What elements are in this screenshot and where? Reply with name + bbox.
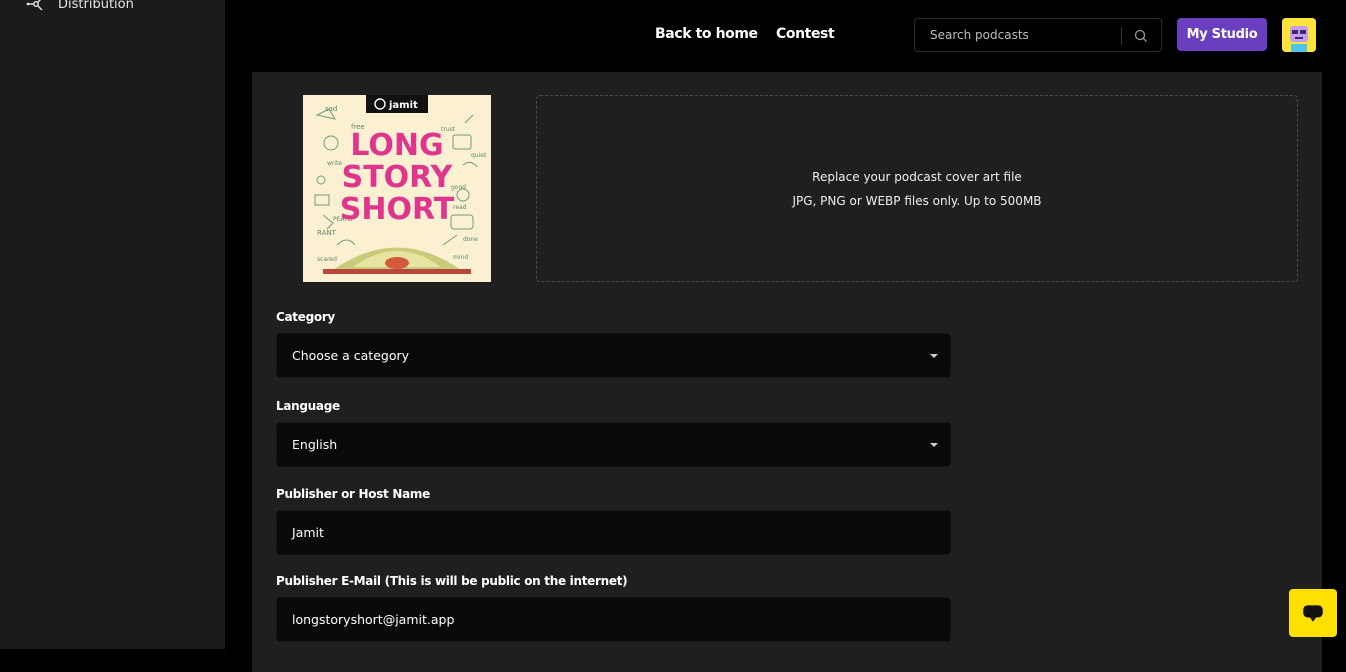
cover-upload-dropzone[interactable]: Replace your podcast cover art file JPG,… [536, 95, 1298, 282]
language-label: Language [276, 399, 340, 413]
cover-doodle-text: read [453, 204, 467, 211]
search-divider [1121, 27, 1122, 45]
category-select[interactable]: Choose a category [276, 333, 951, 378]
my-studio-button[interactable]: My Studio [1177, 18, 1267, 51]
cover-doodle-text: RANT [317, 229, 337, 237]
publisher-value: Jamit [292, 525, 324, 540]
search-input[interactable] [915, 19, 1121, 51]
cover-doodle-text: write [327, 160, 342, 167]
cover-doodle-text: sad [325, 105, 337, 113]
sidebar-item-distribution[interactable]: Distribution [26, 0, 134, 14]
avatar-icon [1282, 18, 1316, 52]
cover-doodle-text: mind [453, 254, 468, 261]
search-box [914, 18, 1162, 52]
language-select[interactable]: English [276, 422, 951, 467]
cover-doodle-text: done [463, 236, 478, 243]
chevron-down-icon [930, 354, 938, 358]
nav-back-to-home[interactable]: Back to home [655, 26, 758, 42]
email-field[interactable]: longstoryshort@jamit.app [276, 597, 951, 642]
category-value: Choose a category [292, 348, 409, 363]
sidebar: Distribution [0, 0, 225, 649]
publisher-label: Publisher or Host Name [276, 487, 430, 501]
distribution-icon [26, 0, 43, 11]
sidebar-item-label: Distribution [58, 0, 134, 12]
nav-contest[interactable]: Contest [776, 26, 835, 42]
podcast-cover-image: sad free trust RANT good PEATO read quie… [303, 95, 491, 282]
cover-title-line: SHORT [340, 192, 455, 227]
category-label: Category [276, 310, 335, 324]
language-value: English [292, 437, 338, 452]
chevron-down-icon [930, 443, 938, 447]
cover-doodle-text: scared [317, 256, 337, 263]
avatar[interactable] [1282, 18, 1316, 52]
search-icon[interactable] [1133, 28, 1149, 44]
cover-doodle-text: good [451, 184, 466, 191]
email-label: Publisher E-Mail (This is will be public… [276, 574, 628, 588]
dropzone-title: Replace your podcast cover art file [812, 169, 1022, 184]
publisher-field[interactable]: Jamit [276, 510, 951, 555]
email-value: longstoryshort@jamit.app [292, 612, 455, 627]
chat-button[interactable] [1289, 589, 1337, 637]
cover-art: sad free trust RANT good PEATO read quie… [303, 95, 491, 282]
cover-brand: jamit [388, 100, 418, 111]
chat-icon [1303, 605, 1323, 622]
cover-title-line: LONG [350, 128, 443, 163]
cover-doodle-text: quiet [471, 152, 487, 159]
dropzone-hint: JPG, PNG or WEBP files only. Up to 500MB [792, 193, 1042, 208]
cover-title-line: STORY [342, 160, 454, 195]
